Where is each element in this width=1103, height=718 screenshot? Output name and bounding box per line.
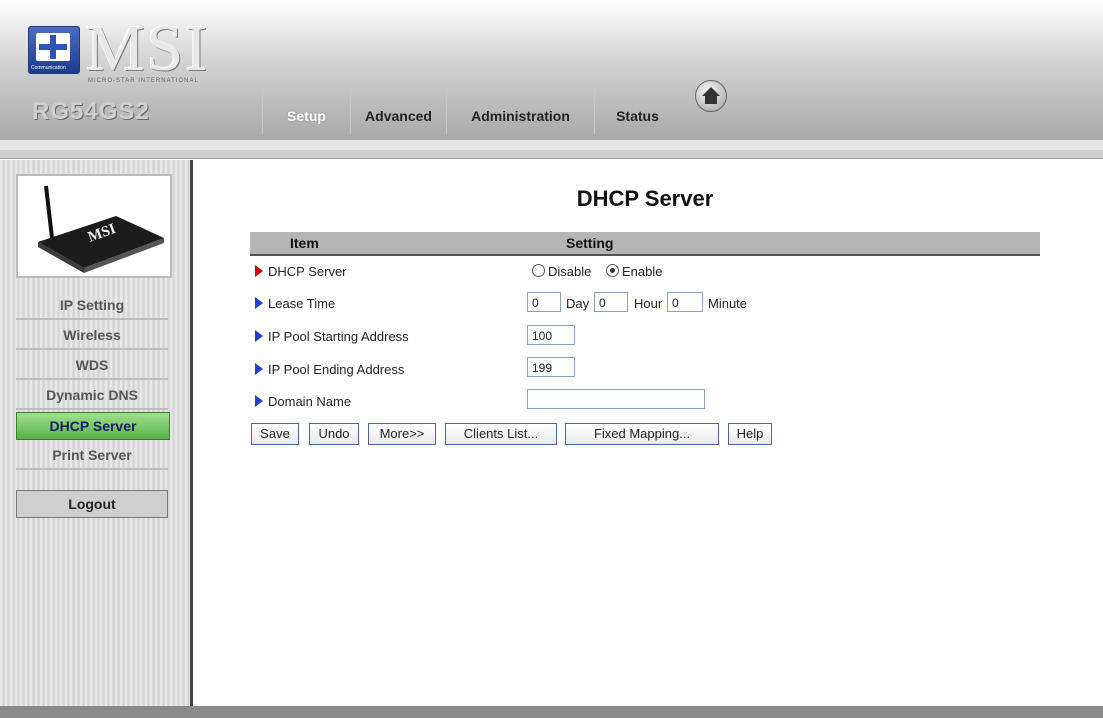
help-button[interactable]: Help — [728, 423, 772, 445]
pool-end-input[interactable]: 199 — [527, 357, 575, 377]
router-image: MSI — [16, 174, 172, 278]
blue-arrow-icon — [255, 297, 263, 309]
pool-start-label: IP Pool Starting Address — [268, 329, 409, 344]
blue-arrow-icon — [255, 395, 263, 407]
sidebar-item-ip-setting[interactable]: IP Setting — [16, 292, 168, 320]
lease-day-unit: Day — [566, 296, 590, 311]
logout-button[interactable]: Logout — [16, 490, 168, 518]
tab-administration[interactable]: Administration — [446, 74, 594, 134]
pool-end-label: IP Pool Ending Address — [268, 362, 405, 377]
header-bar: Communication MSI MICRO-STAR INTERNATION… — [0, 0, 1103, 140]
blue-arrow-icon — [255, 363, 263, 375]
lease-hour-input[interactable]: 0 — [594, 292, 628, 312]
lease-day-input[interactable]: 0 — [527, 292, 561, 312]
sidebar-item-wds[interactable]: WDS — [16, 352, 168, 380]
dhcp-disable-option[interactable]: Disable — [532, 264, 591, 279]
more-button[interactable]: More>> — [368, 423, 436, 445]
domain-name-row: Domain Name — [255, 394, 351, 420]
msi-logo-subtext: MICRO-STAR INTERNATIONAL — [88, 78, 199, 84]
sidebar-item-wireless[interactable]: Wireless — [16, 322, 168, 350]
header-divider-dark — [0, 150, 1103, 159]
enable-radio-label: Enable — [622, 264, 663, 279]
dhcp-enable-option[interactable]: Enable — [606, 264, 662, 279]
sidebar-item-dynamic-dns[interactable]: Dynamic DNS — [16, 382, 168, 410]
pool-start-input[interactable]: 100 — [527, 325, 575, 345]
blue-arrow-icon — [255, 330, 263, 342]
header-divider-light — [0, 140, 1103, 150]
lease-minute-unit: Minute — [708, 296, 748, 311]
msi-badge-logo: Communication — [28, 26, 80, 74]
lease-time-label: Lease Time — [268, 296, 336, 311]
page-title: DHCP Server — [576, 186, 714, 211]
tab-setup[interactable]: Setup — [262, 74, 350, 134]
tab-status[interactable]: Status — [594, 74, 680, 134]
footer-bar — [0, 706, 1103, 718]
dhcp-server-label: DHCP Server — [268, 264, 347, 279]
badge-text: Communication — [31, 65, 66, 71]
sidebar: MSI IP Setting Wireless WDS Dynamic DNS … — [0, 160, 190, 706]
msi-logo-text: MSI — [86, 12, 210, 85]
tab-advanced[interactable]: Advanced — [350, 74, 446, 134]
dhcp-server-row: DHCP Server — [255, 264, 347, 290]
undo-button[interactable]: Undo — [309, 423, 359, 445]
table-header: Item Setting — [250, 232, 1040, 256]
disable-radio[interactable] — [532, 264, 545, 277]
domain-name-input[interactable] — [527, 389, 705, 409]
sidebar-divider — [190, 160, 193, 706]
pool-end-row: IP Pool Ending Address — [255, 362, 404, 388]
domain-name-label: Domain Name — [268, 394, 352, 409]
enable-radio[interactable] — [606, 264, 619, 277]
lease-time-row: Lease Time — [255, 296, 335, 322]
disable-radio-label: Disable — [548, 264, 592, 279]
home-icon[interactable] — [695, 80, 727, 112]
column-header-setting: Setting — [566, 235, 614, 251]
sidebar-item-dhcp-server[interactable]: DHCP Server — [16, 412, 170, 440]
clients-list-button[interactable]: Clients List... — [445, 423, 557, 445]
home-icon-glyph — [702, 87, 720, 104]
lease-minute-input[interactable]: 0 — [667, 292, 703, 312]
column-header-item: Item — [290, 235, 319, 251]
sidebar-item-print-server[interactable]: Print Server — [16, 442, 168, 470]
model-name: RG54GS2 — [32, 98, 150, 125]
brand-area: Communication MSI MICRO-STAR INTERNATION… — [14, 12, 224, 138]
pool-start-row: IP Pool Starting Address — [255, 329, 409, 355]
save-button[interactable]: Save — [251, 423, 299, 445]
red-arrow-icon — [255, 265, 263, 277]
router-picture: MSI — [38, 185, 164, 273]
fixed-mapping-button[interactable]: Fixed Mapping... — [565, 423, 719, 445]
lease-hour-unit: Hour — [634, 296, 663, 311]
